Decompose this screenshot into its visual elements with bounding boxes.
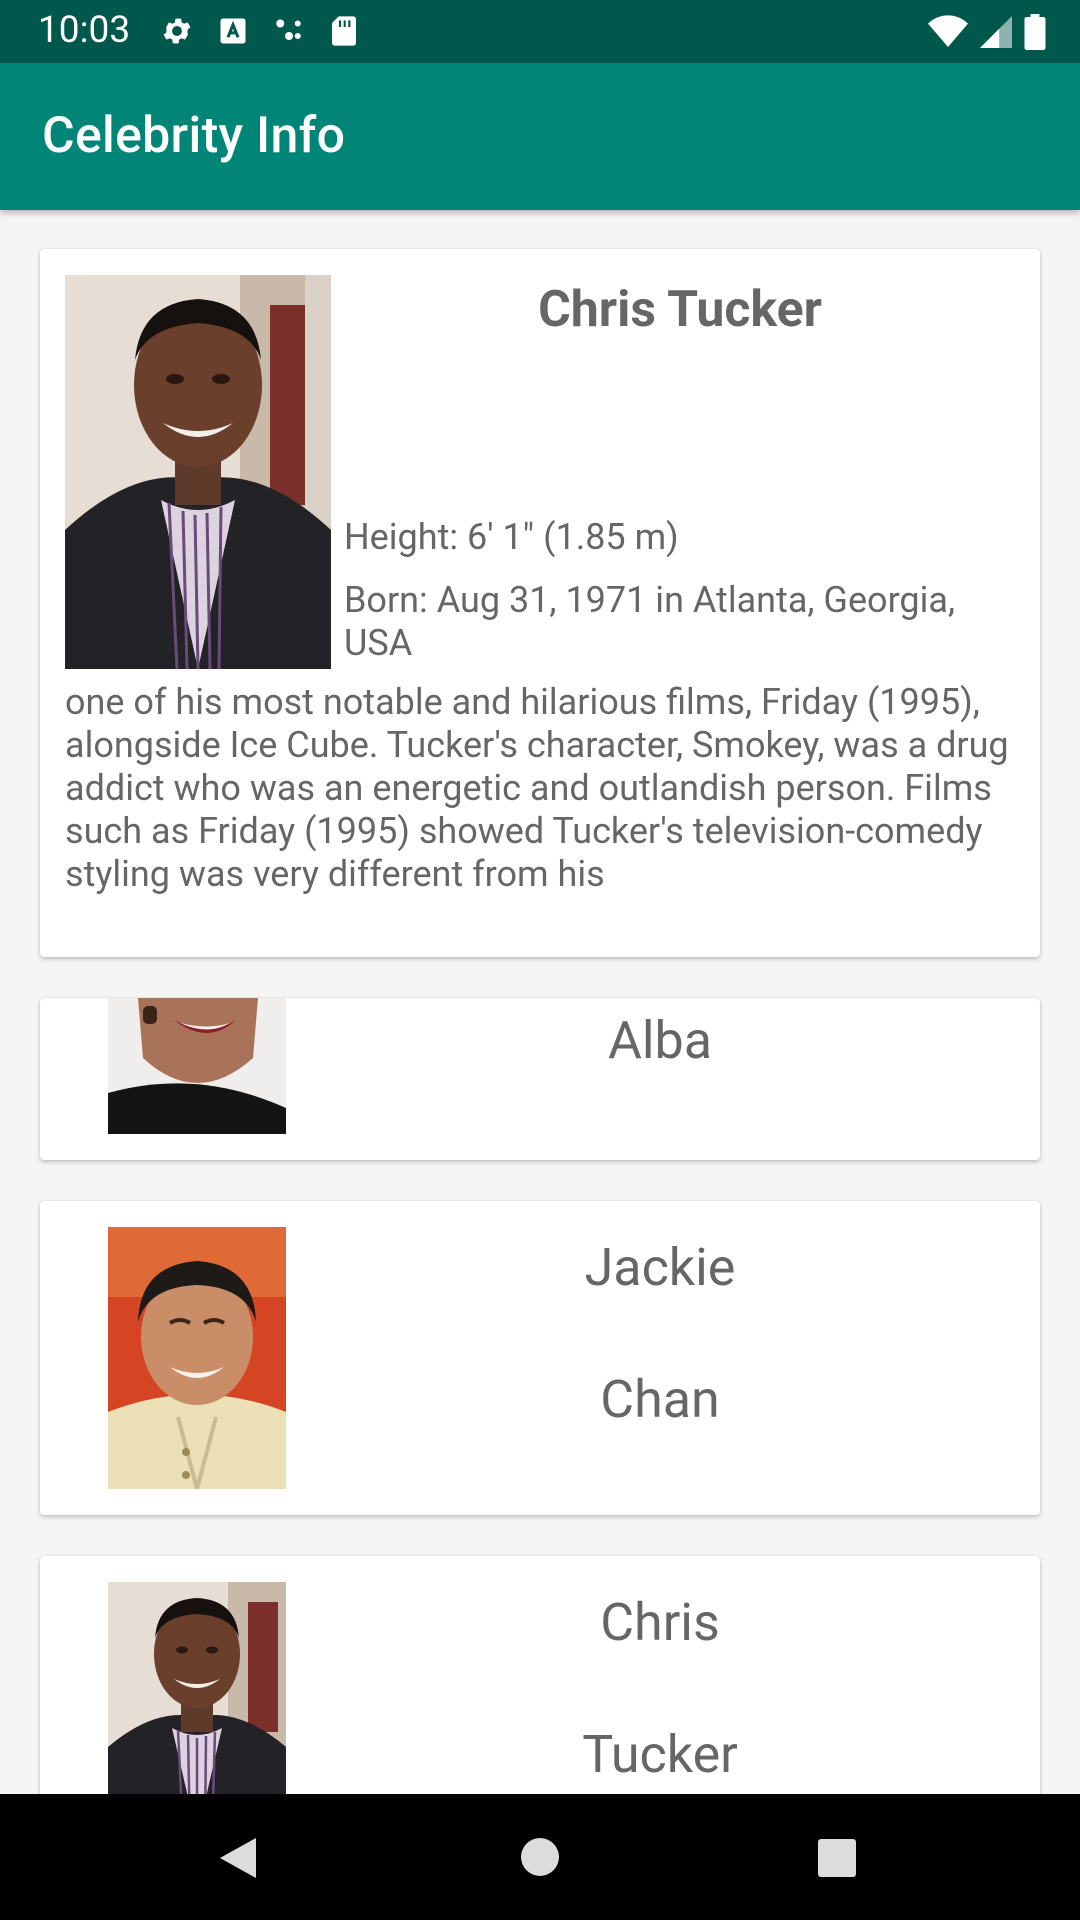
celebrity-name-line: Jackie bbox=[584, 1237, 736, 1298]
app-title: Celebrity Info bbox=[42, 107, 346, 165]
celebrity-card-alba[interactable]: Alba bbox=[40, 998, 1040, 1160]
signal-icon bbox=[980, 16, 1012, 48]
status-icons-right bbox=[928, 14, 1046, 50]
expanded-celebrity-card[interactable]: Chris Tucker Height: 6' 1" (1.85 m) Born… bbox=[40, 249, 1040, 957]
celebrity-card-jackie-chan[interactable]: Jackie Chan bbox=[40, 1201, 1040, 1515]
celebrity-born: Born: Aug 31, 1971 in Atlanta, Georgia, … bbox=[344, 579, 956, 664]
celebrity-name-line: Tucker bbox=[582, 1724, 738, 1785]
app-bar: Celebrity Info bbox=[0, 63, 1080, 210]
celebrity-photo bbox=[108, 1227, 286, 1489]
battery-icon bbox=[1024, 14, 1046, 50]
celebrity-photo bbox=[65, 275, 331, 669]
a-notification-icon bbox=[220, 18, 246, 44]
celebrity-name: Chris Tucker bbox=[538, 281, 822, 339]
status-time: 10:03 bbox=[38, 9, 131, 52]
celebrity-photo bbox=[108, 998, 286, 1134]
status-bar: 10:03 bbox=[0, 0, 1080, 63]
dots-icon bbox=[276, 19, 301, 40]
home-icon[interactable] bbox=[520, 1837, 560, 1877]
status-icons-left bbox=[160, 14, 358, 48]
celebrity-name-line: Alba bbox=[607, 1010, 713, 1071]
recents-icon[interactable] bbox=[817, 1838, 857, 1878]
settings-icon bbox=[163, 18, 191, 44]
celebrity-name-line: Chris bbox=[600, 1592, 720, 1653]
back-icon[interactable] bbox=[216, 1836, 258, 1880]
celebrity-name-line: Chan bbox=[600, 1369, 720, 1430]
celebrity-bio: Houston, and Khandi Alexander. In 1995 T… bbox=[65, 681, 1009, 895]
celebrity-bio-scroll[interactable]: Houston, and Khandi Alexander. In 1995 T… bbox=[65, 681, 1025, 921]
navigation-bar bbox=[0, 1794, 1080, 1920]
wifi-icon bbox=[928, 15, 968, 47]
sd-card-icon bbox=[332, 16, 356, 46]
celebrity-height: Height: 6' 1" (1.85 m) bbox=[344, 516, 679, 558]
